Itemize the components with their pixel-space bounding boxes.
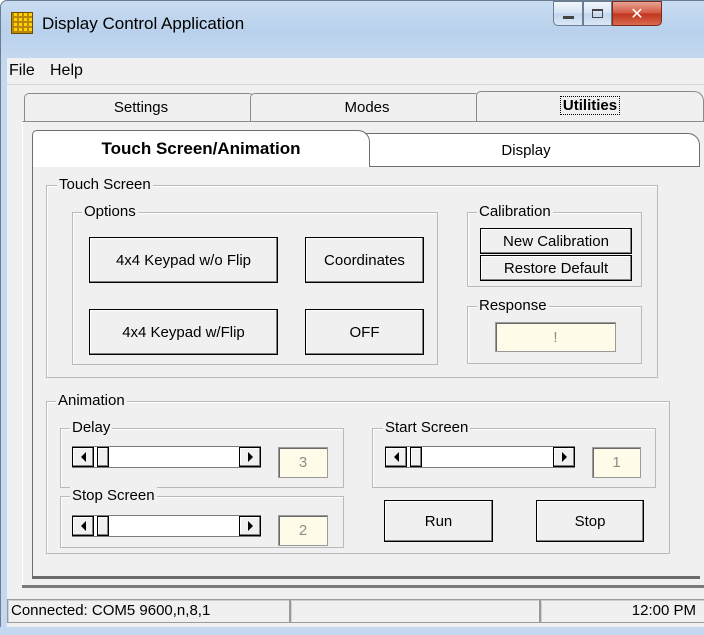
response-value: ! [495, 322, 616, 352]
tab-settings-label: Settings [113, 99, 169, 116]
start-screen-scroll-right-button[interactable] [553, 447, 575, 467]
delay-scrollbar[interactable] [72, 446, 261, 468]
arrow-right-icon [247, 521, 253, 531]
stop-screen-scroll-left-button[interactable] [72, 516, 94, 536]
arrow-right-icon [247, 452, 253, 462]
arrow-right-icon [561, 452, 567, 462]
start-screen-scrollbar[interactable] [385, 446, 575, 468]
start-screen-value: 1 [592, 447, 641, 478]
stop-screen-title: Stop Screen [70, 487, 157, 504]
tab-touch-screen-animation-label: Touch Screen/Animation [101, 139, 301, 158]
window-bottom-border [0, 627, 704, 635]
run-button[interactable]: Run [384, 500, 493, 542]
start-screen-scroll-thumb[interactable] [410, 447, 422, 467]
coordinates-button[interactable]: Coordinates [305, 237, 424, 283]
close-button[interactable]: ✕ [612, 1, 662, 26]
delay-value: 3 [278, 447, 328, 478]
status-bar: Connected: COM5 9600,n,8,1 12:00 PM [7, 597, 704, 627]
start-screen-scroll-left-button[interactable] [385, 447, 407, 467]
new-calibration-button[interactable]: New Calibration [480, 228, 632, 254]
tab-modes-label: Modes [344, 99, 390, 116]
title-bar[interactable]: Display Control Application ✕ [0, 0, 704, 58]
delay-title: Delay [70, 419, 113, 436]
maximize-button[interactable] [583, 1, 612, 26]
menu-file[interactable]: File [9, 62, 35, 80]
delay-scroll-left-button[interactable] [72, 447, 94, 467]
response-title: Response [477, 297, 549, 314]
keypad-with-flip-button[interactable]: 4x4 Keypad w/Flip [89, 309, 278, 355]
start-screen-title: Start Screen [383, 419, 471, 436]
maximize-icon [592, 9, 603, 18]
arrow-left-icon [80, 521, 86, 531]
minimize-button[interactable] [553, 1, 583, 26]
tab-settings[interactable]: Settings [24, 93, 258, 122]
menu-bar: File Help [7, 58, 704, 85]
window-title: Display Control Application [42, 14, 245, 33]
touch-screen-title: Touch Screen [57, 176, 153, 193]
restore-default-button[interactable]: Restore Default [480, 255, 632, 281]
status-connection: Connected: COM5 9600,n,8,1 [7, 599, 290, 623]
arrow-left-icon [393, 452, 399, 462]
stop-screen-scrollbar[interactable] [72, 515, 261, 537]
menu-help[interactable]: Help [50, 62, 83, 80]
delay-scroll-thumb[interactable] [97, 447, 109, 467]
panel-shadow [22, 585, 704, 588]
tab-utilities-label: Utilities [559, 96, 621, 115]
delay-scroll-right-button[interactable] [239, 447, 261, 467]
stop-screen-value: 2 [278, 515, 328, 546]
status-time: 12:00 PM [540, 599, 704, 623]
keypad-grid-icon [11, 12, 33, 34]
status-middle [290, 599, 540, 623]
keypad-without-flip-button[interactable]: 4x4 Keypad w/o Flip [89, 237, 278, 283]
tab-display-label: Display [501, 142, 551, 159]
tab-display[interactable]: Display [352, 133, 700, 166]
animation-title: Animation [56, 392, 127, 409]
options-title: Options [82, 203, 138, 220]
tab-utilities[interactable]: Utilities [476, 91, 704, 122]
inner-panel-shadow [32, 576, 700, 579]
tab-touch-screen-animation[interactable]: Touch Screen/Animation [32, 130, 370, 167]
off-button[interactable]: OFF [305, 309, 424, 355]
arrow-left-icon [80, 452, 86, 462]
stop-screen-scroll-right-button[interactable] [239, 516, 261, 536]
calibration-title: Calibration [477, 203, 553, 220]
stop-screen-scroll-thumb[interactable] [97, 516, 109, 536]
close-icon: ✕ [630, 4, 644, 23]
tab-modes[interactable]: Modes [250, 93, 484, 122]
minimize-icon [562, 16, 574, 19]
stop-button[interactable]: Stop [536, 500, 644, 542]
